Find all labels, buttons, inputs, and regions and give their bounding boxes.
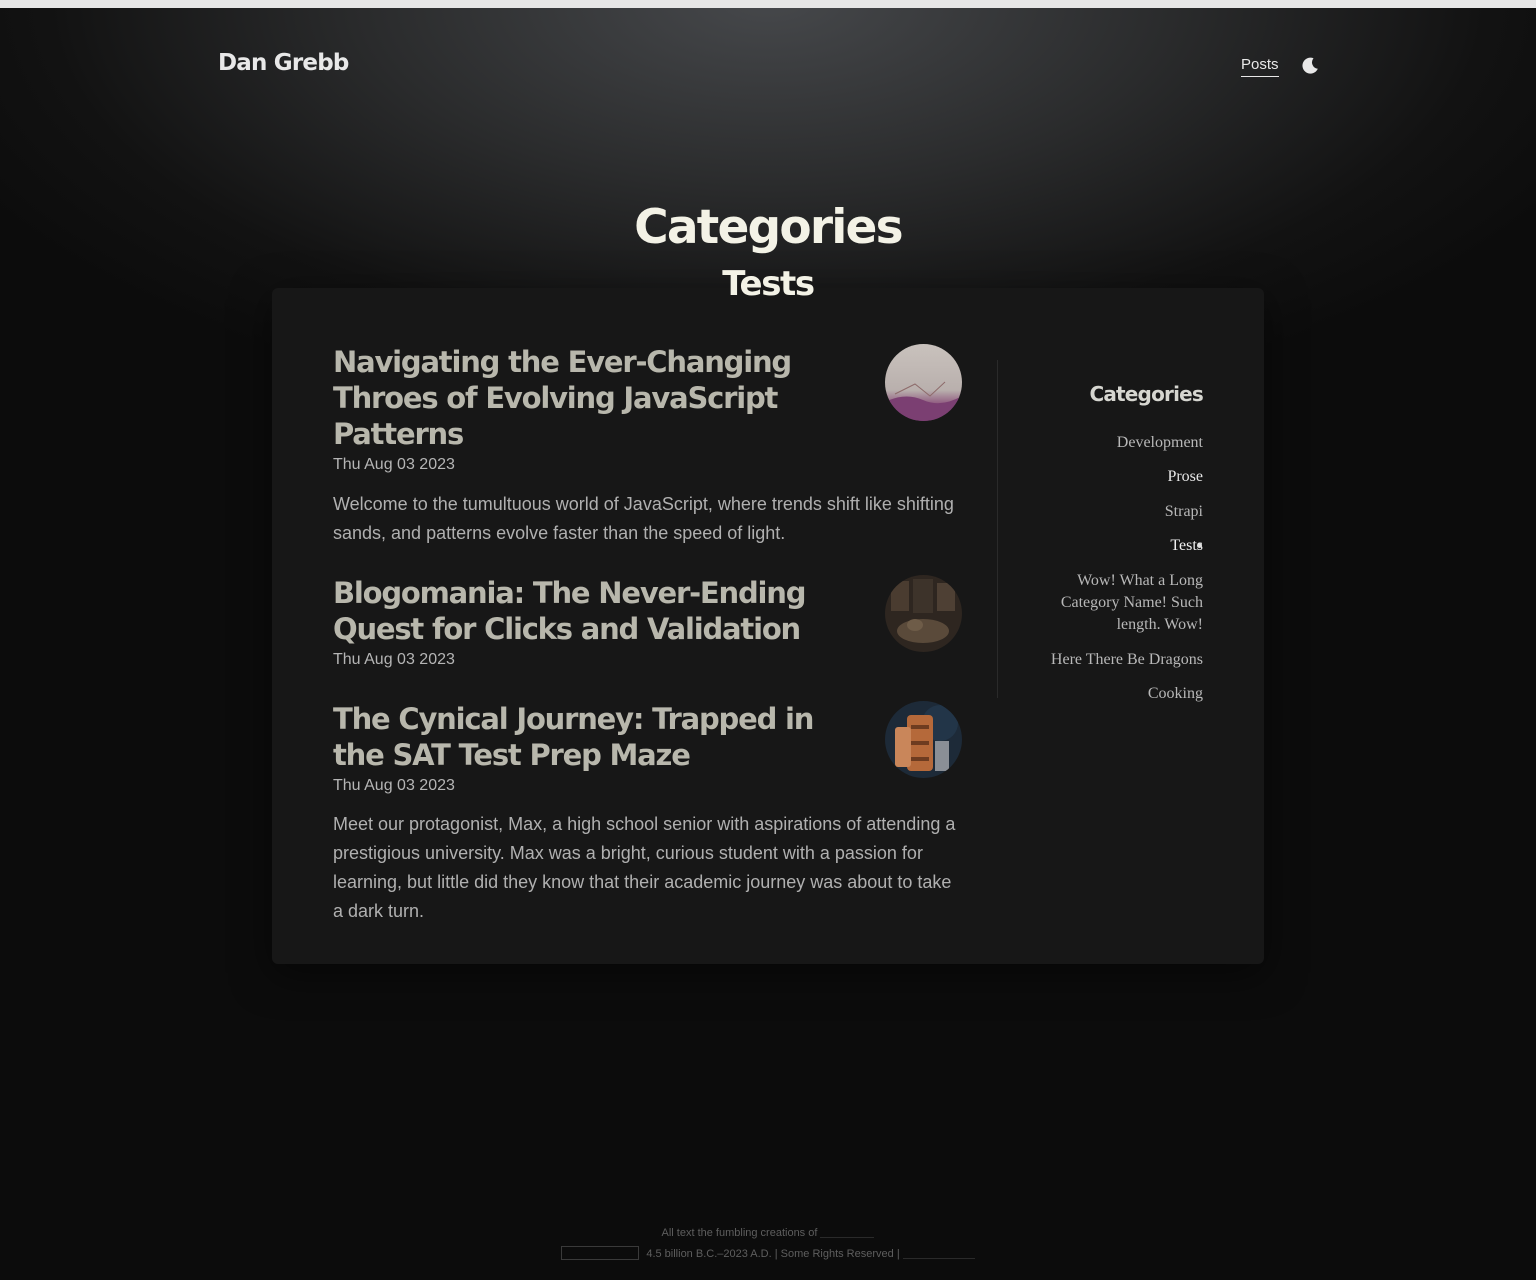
- post-excerpt: Welcome to the tumultuous world of JavaS…: [333, 494, 954, 543]
- footer-credit: All text the fumbling creations of: [0, 1227, 1536, 1239]
- category-link-dragons[interactable]: Here There Be Dragons: [1010, 649, 1203, 671]
- category-link-long-name[interactable]: Wow! What a Long Category Name! Such len…: [1033, 570, 1203, 636]
- category-link-strapi[interactable]: Strapi: [1010, 501, 1203, 523]
- active-category-dot: [1197, 543, 1202, 548]
- post-date: Thu Aug 03 2023: [333, 456, 455, 473]
- post-date: Thu Aug 03 2023: [333, 777, 455, 794]
- nav-posts-link[interactable]: Posts: [1241, 56, 1279, 77]
- post-thumbnail[interactable]: [885, 701, 962, 778]
- post-thumbnail[interactable]: [885, 344, 962, 421]
- category-subtitle: Tests: [722, 264, 815, 304]
- post-title-link[interactable]: Navigating the Ever-Changing Throes of E…: [333, 344, 853, 452]
- browser-top-bar: [0, 0, 1536, 8]
- sidebar-heading: Categories: [1089, 382, 1203, 406]
- post-excerpt: Meet our protagonist, Max, a high school…: [333, 814, 956, 921]
- category-link-tests[interactable]: Tests: [1027, 535, 1203, 557]
- footer-privacy-link[interactable]: [902, 1249, 975, 1259]
- category-link-development[interactable]: Development: [1010, 432, 1203, 454]
- site-title-link[interactable]: Dan Grebb: [218, 50, 349, 76]
- post-thumbnail[interactable]: [885, 575, 962, 652]
- page-title: Categories: [634, 200, 903, 255]
- footer-license-text: 4.5 billion B.C.–2023 A.D. | Some Rights…: [646, 1247, 900, 1260]
- sidebar-divider: [997, 360, 998, 698]
- footer-credit-text: All text the fumbling creations of: [661, 1227, 818, 1239]
- cc-license-badge[interactable]: [561, 1246, 640, 1260]
- footer-license: 4.5 billion B.C.–2023 A.D. | Some Rights…: [0, 1246, 1536, 1261]
- category-link-cooking[interactable]: Cooking: [1010, 683, 1203, 705]
- post-title-link[interactable]: The Cynical Journey: Trapped in the SAT …: [333, 701, 853, 773]
- footer-author-link[interactable]: [820, 1228, 875, 1239]
- moon-icon[interactable]: [1300, 56, 1320, 76]
- post-title-link[interactable]: Blogomania: The Never-Ending Quest for C…: [333, 575, 853, 647]
- post-date: Thu Aug 03 2023: [333, 651, 455, 668]
- category-link-prose[interactable]: Prose: [1010, 466, 1203, 488]
